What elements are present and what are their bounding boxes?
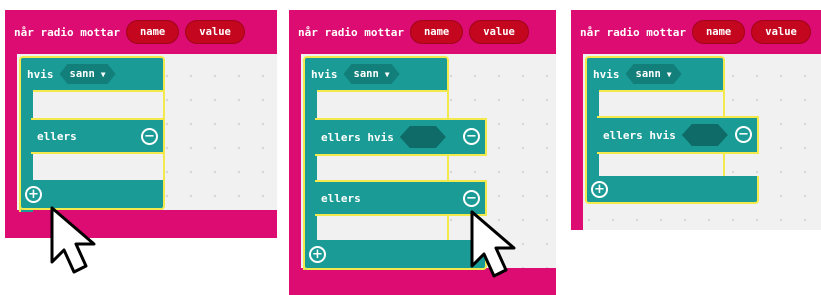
param-value[interactable]: value (751, 20, 811, 44)
param-value[interactable]: value (469, 20, 529, 44)
then-slot[interactable] (599, 90, 725, 118)
then-slot[interactable] (317, 90, 449, 120)
condition-empty-slot[interactable] (400, 126, 446, 148)
if-block-bottom (303, 240, 487, 270)
else-if-label: ellers hvis (603, 128, 676, 142)
condition-dropdown[interactable]: sann ▼ (344, 64, 400, 84)
if-row[interactable]: hvis sann ▼ (585, 56, 725, 92)
mouse-pointer-icon (50, 206, 96, 274)
if-block-bottom (585, 176, 759, 204)
else-if-row[interactable]: ellers hvis (315, 118, 487, 156)
plus-circle-icon[interactable]: + (591, 181, 608, 198)
condition-value: sann (69, 68, 95, 80)
event-block-side (5, 54, 17, 214)
else-if-slot[interactable] (317, 154, 449, 182)
param-name[interactable]: name (691, 20, 746, 44)
condition-value: sann (635, 68, 661, 80)
param-name[interactable]: name (409, 20, 464, 44)
event-label: når radio mottar (298, 25, 404, 39)
if-row[interactable]: hvis sann ▼ (303, 56, 449, 92)
event-block-side (571, 54, 583, 230)
condition-empty-slot[interactable] (682, 124, 728, 146)
else-slot[interactable] (317, 214, 449, 242)
condition-value: sann (353, 68, 379, 80)
event-block-side (289, 54, 301, 274)
chevron-down-icon: ▼ (666, 69, 672, 79)
workspace-panel-3: når radio mottar name value hvis sann ▼ … (571, 10, 821, 230)
chevron-down-icon: ▼ (384, 69, 390, 79)
plus-circle-icon[interactable]: + (309, 246, 326, 263)
event-label: når radio mottar (14, 25, 120, 39)
radio-receive-event-block[interactable]: når radio mottar name value (289, 10, 556, 54)
if-label: hvis (27, 67, 54, 81)
condition-dropdown[interactable]: sann ▼ (60, 64, 116, 84)
else-if-slot[interactable] (599, 152, 725, 178)
chevron-down-icon: ▼ (100, 69, 106, 79)
if-label: hvis (593, 67, 620, 81)
param-name[interactable]: name (125, 20, 180, 44)
event-label: når radio mottar (580, 25, 686, 39)
else-label: ellers (37, 129, 77, 143)
mouse-pointer-icon (470, 210, 516, 278)
minus-circle-icon[interactable]: − (463, 128, 480, 145)
else-if-label: ellers hvis (321, 130, 394, 144)
if-row[interactable]: hvis sann ▼ (19, 56, 165, 92)
then-slot[interactable] (33, 90, 165, 120)
if-elseif-block[interactable]: hvis sann ▼ ellers hvis − + (585, 56, 771, 206)
param-value[interactable]: value (185, 20, 245, 44)
radio-receive-event-block[interactable]: når radio mottar name value (5, 10, 277, 54)
if-elseif-else-block[interactable]: hvis sann ▼ ellers hvis − ellers − + (303, 56, 487, 270)
if-else-block[interactable]: hvis sann ▼ ellers − + (19, 56, 165, 212)
else-label: ellers (321, 191, 361, 205)
if-label: hvis (311, 67, 338, 81)
else-slot[interactable] (33, 152, 165, 182)
radio-receive-event-block[interactable]: når radio mottar name value (571, 10, 821, 54)
plus-circle-icon[interactable]: + (25, 186, 42, 203)
minus-circle-icon[interactable]: − (141, 128, 158, 145)
condition-dropdown[interactable]: sann ▼ (626, 64, 682, 84)
minus-circle-icon[interactable]: − (735, 126, 752, 143)
